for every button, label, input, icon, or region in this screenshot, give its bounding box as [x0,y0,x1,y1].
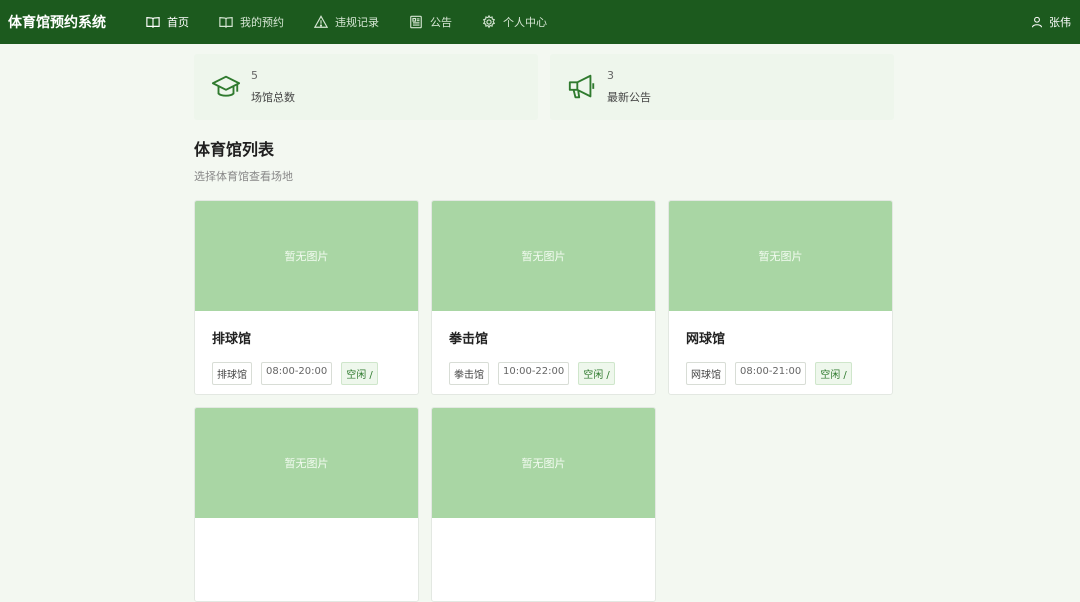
stats-row: 5 场馆总数 3 最新公告 [194,54,894,120]
venue-image-placeholder: 暂无图片 [669,201,892,311]
gear-icon [482,15,496,29]
venue-status-tag: 空闲 / [341,362,378,385]
stat-venue-count: 5 场馆总数 [194,54,538,120]
nav-item-violations[interactable]: 违规记录 [314,14,379,30]
nav-menu: 首页 我的预约 违规记录 公告 个人中心 [146,14,577,30]
nav-item-label: 我的预约 [240,16,284,29]
main-content: 5 场馆总数 3 最新公告 体育馆列表 选择体育馆查看场地 暂无图片 排球馆 排… [194,44,894,602]
venue-hours-tag: 08:00-20:00 [261,362,333,385]
section-subtitle: 选择体育馆查看场地 [194,170,293,183]
venue-status-tag: 空闲 / [578,362,615,385]
book-open-icon [146,17,160,29]
nav-item-label: 首页 [167,16,189,29]
nav-item-label: 违规记录 [335,16,379,29]
nav-item-label: 个人中心 [503,16,547,29]
venue-card[interactable]: 暂无图片 网球馆 网球馆 08:00-21:00 空闲 / [668,200,893,395]
user-name: 张伟 [1049,16,1071,29]
newspaper-icon [410,15,422,29]
nav-item-announcements[interactable]: 公告 [409,14,452,30]
venue-type-tag: 网球馆 [686,362,726,385]
venue-type-tag: 拳击馆 [449,362,489,385]
venue-image-placeholder: 暂无图片 [195,201,418,311]
graduation-cap-icon [211,75,241,97]
stat-value: 3 [607,69,614,82]
venue-name: 网球馆 [686,332,726,347]
warning-icon [314,15,328,28]
venue-hours-tag: 10:00-22:00 [498,362,570,385]
stat-label: 最新公告 [607,91,651,104]
nav-item-profile[interactable]: 个人中心 [482,14,547,30]
megaphone-icon [568,74,595,99]
venue-type-tag: 排球馆 [212,362,252,385]
stat-latest-announcements: 3 最新公告 [550,54,894,120]
nav-item-label: 公告 [430,16,452,29]
venue-card[interactable]: 暂无图片 拳击馆 拳击馆 10:00-22:00 空闲 / [431,200,656,395]
user-icon [1031,16,1043,28]
app-brand[interactable]: 体育馆预约系统 [8,12,106,32]
nav-item-home[interactable]: 首页 [146,14,189,30]
venue-grid: 暂无图片 排球馆 排球馆 08:00-20:00 空闲 / 暂无图片 拳击馆 拳… [194,200,894,602]
venue-name: 排球馆 [212,332,252,347]
stat-value: 5 [251,69,258,82]
book-icon [219,17,233,29]
nav-item-my-bookings[interactable]: 我的预约 [219,14,284,30]
venue-name: 拳击馆 [449,332,489,347]
section-title: 体育馆列表 [194,140,275,159]
venue-image-placeholder: 暂无图片 [432,201,655,311]
venue-card[interactable]: 暂无图片 排球馆 排球馆 08:00-20:00 空闲 / [194,200,419,395]
venue-status-tag: 空闲 / [815,362,852,385]
top-navbar: 体育馆预约系统 首页 我的预约 违规记录 公告 个人中心 张伟 [0,0,1080,44]
venue-card[interactable]: 暂无图片 [431,407,656,602]
venue-card[interactable]: 暂无图片 [194,407,419,602]
user-menu[interactable]: 张伟 [1031,0,1071,44]
stat-label: 场馆总数 [251,91,295,104]
venue-hours-tag: 08:00-21:00 [735,362,807,385]
